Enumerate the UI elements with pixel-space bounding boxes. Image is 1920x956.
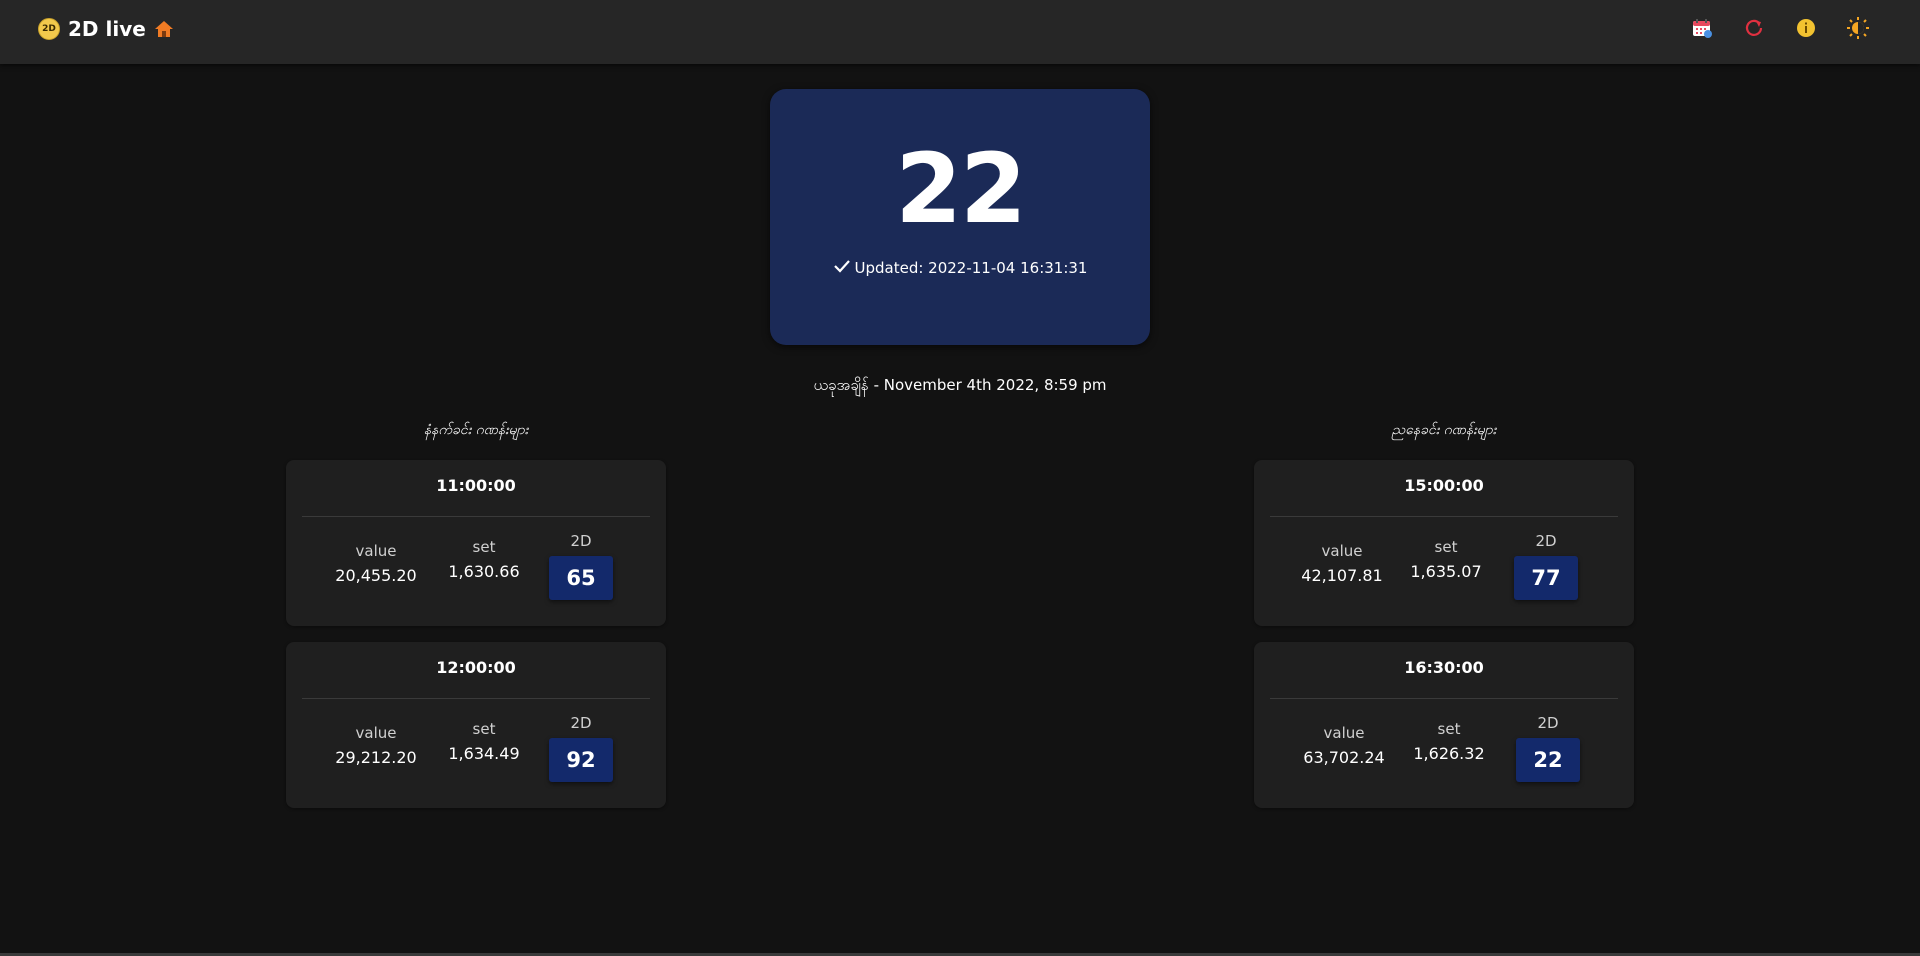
- set-label: set: [1434, 538, 1458, 556]
- value-label: value: [1323, 724, 1365, 742]
- value-amount: 42,107.81: [1301, 566, 1383, 585]
- set-amount: 1,635.07: [1410, 562, 1482, 581]
- twod-result: 22: [1516, 738, 1580, 782]
- twod-label: 2D: [570, 532, 592, 550]
- divider: [302, 698, 650, 699]
- live-2d-number: 22: [895, 133, 1027, 245]
- card-time: 12:00:00: [436, 658, 516, 677]
- set-column: set 1,626.32: [1399, 720, 1499, 763]
- twod-column: 2D 92: [549, 714, 613, 782]
- twod-result: 65: [549, 556, 613, 600]
- value-amount: 20,455.20: [335, 566, 417, 585]
- logo-badge: 2D: [38, 18, 60, 40]
- twod-label: 2D: [1535, 532, 1557, 550]
- result-card-evening-1: 15:00:00 value 42,107.81 set 1,635.07 2D…: [1254, 460, 1634, 626]
- updated-status: Updated: 2022-11-04 16:31:31: [770, 257, 1150, 279]
- brand[interactable]: 2D 2D live: [38, 16, 174, 42]
- refresh-icon[interactable]: [1742, 16, 1766, 40]
- nav-icons: [1690, 16, 1870, 40]
- value-label: value: [1321, 542, 1363, 560]
- set-label: set: [1437, 720, 1461, 738]
- set-amount: 1,626.32: [1413, 744, 1485, 763]
- set-amount: 1,630.66: [448, 562, 520, 581]
- set-column: set 1,634.49: [434, 720, 534, 763]
- set-column: set 1,630.66: [434, 538, 534, 581]
- top-navbar: 2D 2D live: [0, 0, 1920, 64]
- value-column: value 63,702.24: [1294, 724, 1394, 767]
- result-card-morning-1: 11:00:00 value 20,455.20 set 1,630.66 2D…: [286, 460, 666, 626]
- live-result-card: 22 Updated: 2022-11-04 16:31:31: [770, 89, 1150, 345]
- twod-column: 2D 77: [1514, 532, 1578, 600]
- divider: [1270, 698, 1618, 699]
- twod-result: 77: [1514, 556, 1578, 600]
- value-label: value: [355, 542, 397, 560]
- home-icon[interactable]: [154, 19, 174, 39]
- card-time: 11:00:00: [436, 476, 516, 495]
- set-amount: 1,634.49: [448, 744, 520, 763]
- evening-section-title: ညနေခင်း ဂဏန်းများ: [1391, 422, 1497, 438]
- card-time: 16:30:00: [1404, 658, 1484, 677]
- value-column: value 29,212.20: [326, 724, 426, 767]
- set-label: set: [472, 720, 496, 738]
- check-icon: [833, 257, 851, 279]
- value-column: value 20,455.20: [326, 542, 426, 585]
- set-column: set 1,635.07: [1396, 538, 1496, 581]
- result-card-morning-2: 12:00:00 value 29,212.20 set 1,634.49 2D…: [286, 642, 666, 808]
- current-time: ယခုအချိန် - November 4th 2022, 8:59 pm: [813, 376, 1107, 394]
- updated-text: Updated: 2022-11-04 16:31:31: [854, 259, 1088, 277]
- theme-toggle-icon[interactable]: [1846, 16, 1870, 40]
- twod-column: 2D 22: [1516, 714, 1580, 782]
- morning-section-title: နံနက်ခင်း ဂဏန်းများ: [423, 422, 529, 438]
- result-card-evening-2: 16:30:00 value 63,702.24 set 1,626.32 2D…: [1254, 642, 1634, 808]
- info-icon[interactable]: [1794, 16, 1818, 40]
- value-column: value 42,107.81: [1292, 542, 1392, 585]
- calendar-icon[interactable]: [1690, 16, 1714, 40]
- value-amount: 63,702.24: [1303, 748, 1385, 767]
- divider: [1270, 516, 1618, 517]
- twod-label: 2D: [570, 714, 592, 732]
- divider: [302, 516, 650, 517]
- twod-label: 2D: [1537, 714, 1559, 732]
- twod-result: 92: [549, 738, 613, 782]
- app-title: 2D live: [68, 17, 146, 41]
- card-time: 15:00:00: [1404, 476, 1484, 495]
- set-label: set: [472, 538, 496, 556]
- value-label: value: [355, 724, 397, 742]
- twod-column: 2D 65: [549, 532, 613, 600]
- value-amount: 29,212.20: [335, 748, 417, 767]
